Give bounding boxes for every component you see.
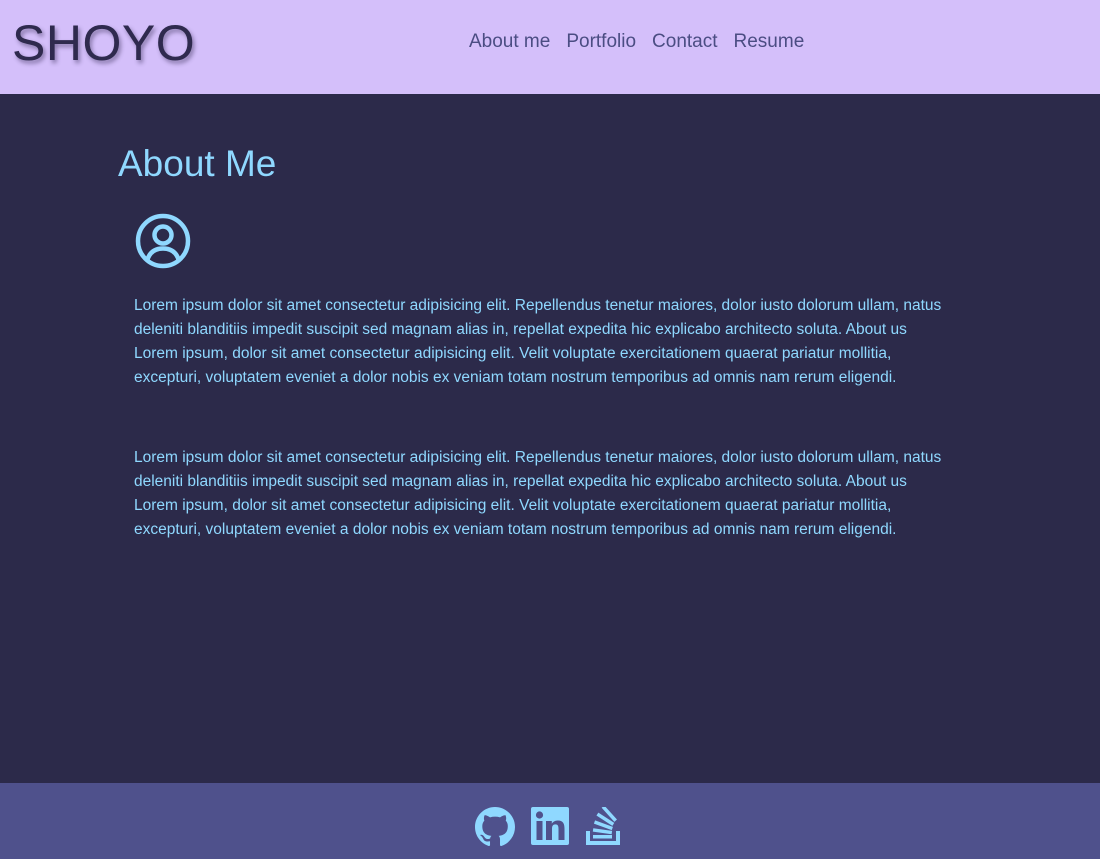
about-paragraph-2: Lorem ipsum dolor sit amet consectetur a…: [134, 449, 942, 538]
nav-link-resume[interactable]: Resume: [734, 30, 805, 54]
about-paragraph-1: Lorem ipsum dolor sit amet consectetur a…: [134, 297, 942, 386]
site-footer: [0, 783, 1100, 859]
nav-link-portfolio[interactable]: Portfolio: [566, 30, 636, 54]
user-circle-icon: [135, 213, 191, 269]
site-header: SHOYO About me Portfolio Contact Resume: [0, 0, 1100, 94]
github-icon[interactable]: [475, 807, 515, 847]
page: SHOYO About me Portfolio Contact Resume …: [0, 0, 1100, 859]
nav-link-about-me[interactable]: About me: [469, 30, 550, 54]
about-section: About Me Lorem ipsum dolor sit amet cons…: [0, 94, 1100, 783]
main-nav: About me Portfolio Contact Resume: [469, 30, 804, 54]
stack-overflow-icon[interactable]: [584, 807, 624, 847]
linkedin-icon[interactable]: [530, 806, 570, 846]
nav-link-contact[interactable]: Contact: [652, 30, 717, 54]
site-logo[interactable]: SHOYO: [12, 15, 195, 71]
section-title: About Me: [118, 143, 277, 184]
